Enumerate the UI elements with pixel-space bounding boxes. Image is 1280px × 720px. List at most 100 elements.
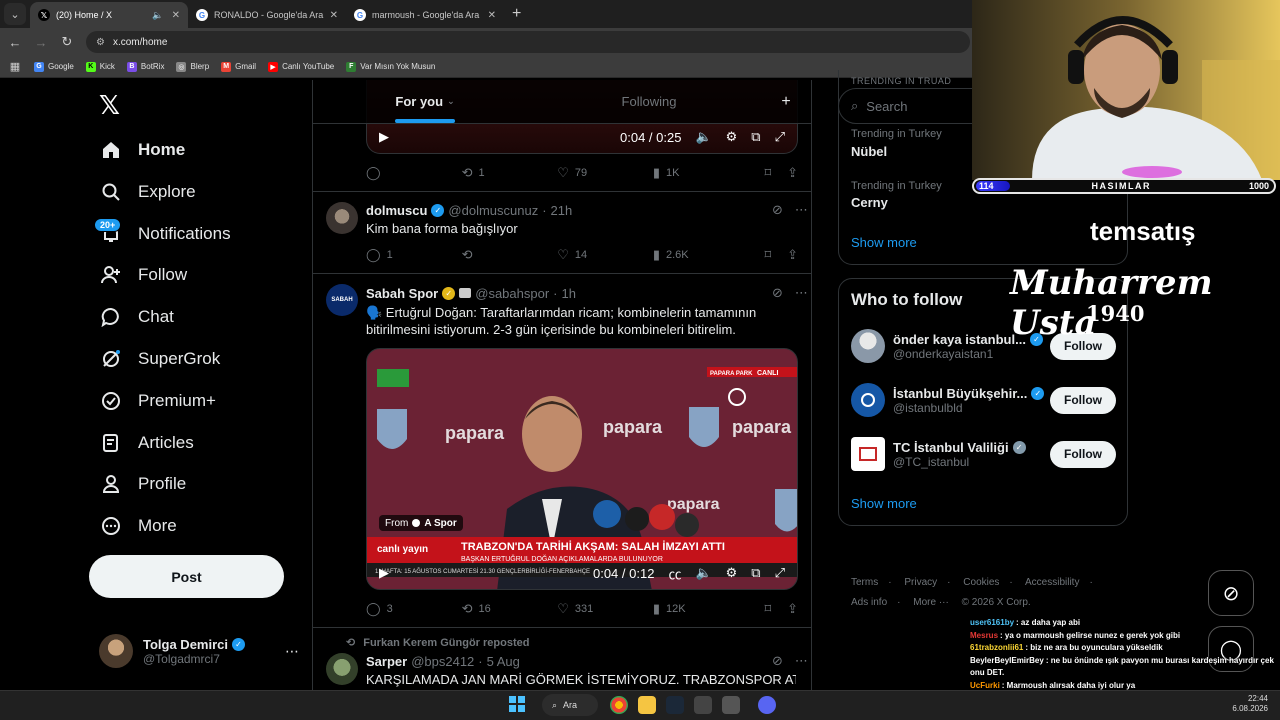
sidebar-item-articles[interactable]: Articles [100,428,194,458]
play-icon[interactable]: ▶ [379,129,389,145]
reply-button[interactable]: ◯ [366,165,462,181]
views-button[interactable]: ▮ 12K [653,601,749,617]
follow-button[interactable]: Follow [1050,440,1116,468]
captions-icon[interactable]: ㏄ [668,564,681,583]
share-icon[interactable]: ⇪ [787,165,798,181]
bookmark-kick[interactable]: K Kick [85,61,115,72]
sidebar-item-explore[interactable]: Explore [100,177,196,207]
discord-icon[interactable] [758,696,776,714]
grok-fab-button[interactable]: ⊘ [1208,570,1254,616]
reply-button[interactable]: ◯ 1 [366,247,462,263]
share-icon[interactable]: ⇪ [787,247,798,263]
chat-username: UcFurki [970,680,1000,690]
sidebar-item-premium[interactable]: Premium+ [100,386,216,416]
forward-icon[interactable]: → [30,35,52,50]
grok-icon[interactable]: ⊘ [772,202,783,218]
video-player[interactable]: papara papara papara papara TRABZON'DA T… [366,348,798,590]
picture-in-picture-icon[interactable]: ⧉ [751,129,760,145]
back-icon[interactable]: ← [4,35,26,50]
follow-suggestion[interactable]: TC İstanbul Valiliği ✓ @TC_istanbul Follo… [851,436,1116,472]
bookmark-icon[interactable]: ⌑ [764,165,771,181]
apps-grid-icon[interactable]: ▦ [4,60,26,73]
tab-close-icon[interactable]: ✕ [172,10,180,21]
x-favicon-icon: 𝕏 [38,9,50,21]
bookmark-botrix[interactable]: B BotRix [126,61,164,72]
speaker-icon[interactable]: 🔈 [152,10,163,21]
follow-button[interactable]: Follow [1050,386,1116,414]
x-logo-icon[interactable]: 𝕏 [99,90,120,121]
avatar[interactable] [326,653,358,685]
app-icon[interactable] [694,696,712,714]
views-button[interactable]: ▮ 1K [653,165,749,181]
picture-in-picture-icon[interactable]: ⧉ [751,565,760,581]
trend-item[interactable]: Cerny [851,195,888,210]
new-tab-icon[interactable]: + [512,5,521,23]
more-dots-icon[interactable]: ⋯ [795,285,808,301]
avatar[interactable] [326,202,358,234]
bookmark-gmail[interactable]: M Gmail [221,61,256,72]
grok-icon[interactable]: ⊘ [772,285,783,301]
add-tab-icon[interactable]: + [761,80,811,123]
tab-search-icon[interactable]: ⌄ [4,3,26,25]
url-field[interactable]: ⚙ x.com/home [86,31,970,53]
follow-suggestion[interactable]: İstanbul Büyükşehir... ✓ @istanbulbld Fol… [851,382,1116,418]
windows-start-icon[interactable] [509,696,525,712]
fullscreen-icon[interactable]: ⤢ [775,129,785,145]
play-icon[interactable]: ▶ [379,565,389,581]
volume-icon[interactable]: 🔈 [695,565,711,581]
settings-icon[interactable]: ⚙ [726,565,738,581]
app-icon[interactable] [722,696,740,714]
settings-icon[interactable]: ⚙ [726,129,738,145]
volume-icon[interactable]: 🔈 [695,129,711,145]
more-dots-icon[interactable]: ⋯ [795,202,808,218]
like-button[interactable]: ♡ 14 [557,247,653,263]
sidebar-item-more[interactable]: More [100,511,177,541]
taskbar-search[interactable]: ⌕ Ara [542,694,598,716]
repost-button[interactable]: ⟲ 1 [462,165,558,181]
bookmark-icon[interactable]: ⌑ [764,601,771,617]
avatar[interactable]: SABAH [326,284,358,316]
more-dots-icon[interactable]: ⋯ [285,643,299,660]
chrome-icon[interactable] [610,696,628,714]
sidebar-item-chat[interactable]: Chat [100,302,174,332]
tweet-divider [312,627,812,628]
tweet-header: dolmuscu ✓ @dolmuscunuz · 21h [366,202,573,218]
browser-tab-marmoush[interactable]: G marmoush - Google'da Ara ✕ [346,2,504,28]
repost-button[interactable]: ⟲ [462,247,558,263]
like-button[interactable]: ♡ 331 [557,601,653,617]
bookmark-var-misin[interactable]: F Var Mısın Yok Musun [346,61,435,72]
share-icon[interactable]: ⇪ [787,601,798,617]
bookmark-youtube[interactable]: ▶ Canlı YouTube [268,61,334,72]
sidebar-item-home[interactable]: Home [100,135,185,165]
post-button[interactable]: Post [89,555,284,598]
reload-icon[interactable]: ↻ [56,34,78,50]
reply-button[interactable]: ◯ 3 [366,601,462,617]
show-more-follow-link[interactable]: Show more [851,496,917,511]
grok-icon[interactable]: ⊘ [772,653,783,669]
tab-close-icon[interactable]: ✕ [330,10,338,21]
more-dots-icon[interactable]: ⋯ [795,653,808,669]
bookmark-google[interactable]: G Google [34,61,74,72]
video-source-pill[interactable]: From A Spor [379,515,463,531]
tab-close-icon[interactable]: ✕ [488,10,496,21]
tab-following[interactable]: Following [537,80,761,123]
sidebar-item-profile[interactable]: Profile [100,469,186,499]
tab-for-you[interactable]: For you ⌄ [313,80,537,123]
bookmark-icon[interactable]: ⌑ [764,247,771,263]
show-more-trends-link[interactable]: Show more [851,235,917,250]
file-explorer-icon[interactable] [638,696,656,714]
repost-button[interactable]: ⟲ 16 [462,601,558,617]
steam-icon[interactable] [666,696,684,714]
browser-tab-ronaldo[interactable]: G RONALDO - Google'da Ara ✕ [188,2,346,28]
account-switcher[interactable]: Tolga Demirci ✓ @Tolgadmrci7 ⋯ [99,633,299,669]
bookmark-blerp[interactable]: ◎ Blerp [176,61,209,72]
sidebar-item-follow[interactable]: Follow [100,260,187,290]
views-button[interactable]: ▮ 2.6K [653,247,749,263]
like-button[interactable]: ♡ 79 [557,165,653,181]
site-info-icon[interactable]: ⚙ [96,37,105,48]
trend-item[interactable]: Nübel [851,144,887,159]
system-clock[interactable]: 22:44 6.08.2026 [1226,694,1268,714]
sidebar-item-supergrok[interactable]: SuperGrok [100,344,220,374]
browser-tab-x-home[interactable]: 𝕏 (20) Home / X 🔈 ✕ [30,2,188,28]
fullscreen-icon[interactable]: ⤢ [775,565,785,581]
